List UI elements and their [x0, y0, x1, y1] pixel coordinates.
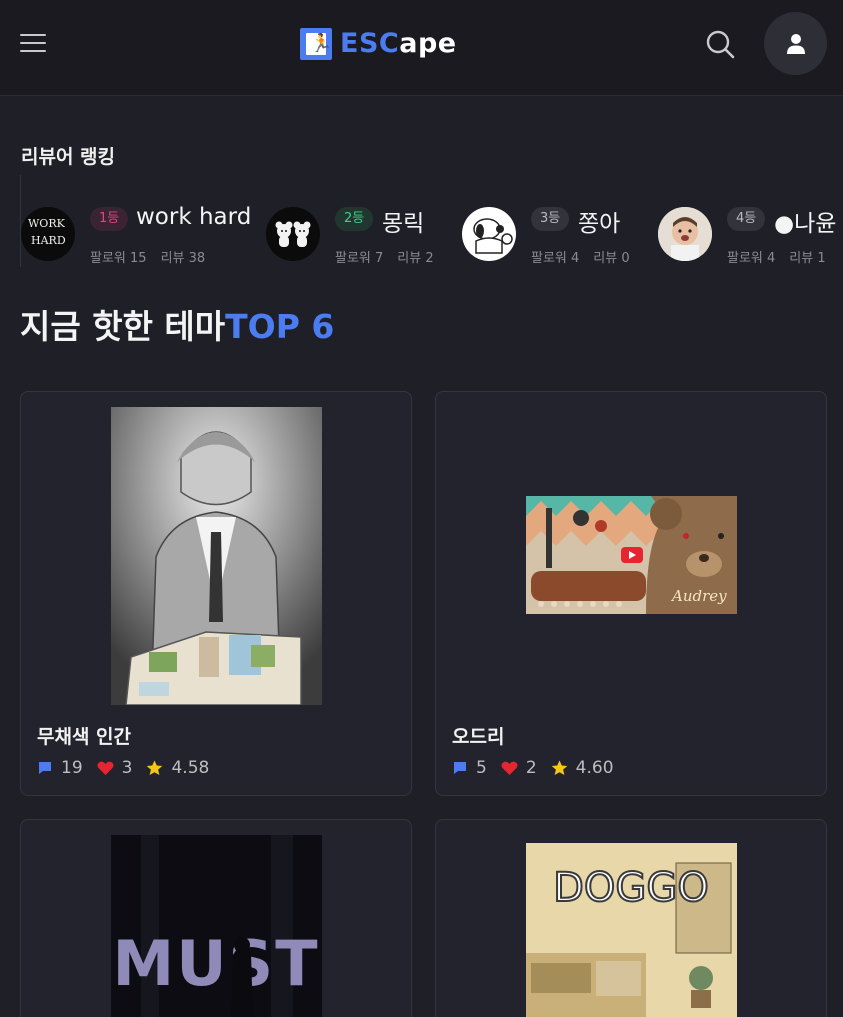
rating: 4.60 [551, 758, 614, 778]
app-header: 🏃 ESCape [0, 0, 843, 96]
reviewer-rank-item[interactable]: WORK HARD 1등 work hard 팔로워 15 리뷰 38 [21, 200, 251, 272]
avatar [658, 207, 712, 261]
rank-badge: 3등 [531, 207, 570, 231]
avatar: WORK HARD [21, 207, 75, 261]
hot-themes-title: 지금 핫한 테마TOP 6 [20, 307, 335, 346]
user-profile-button[interactable] [764, 12, 827, 75]
rank-badge: 2등 [335, 207, 374, 231]
rank-badge: 4등 [727, 207, 766, 231]
heart-icon [501, 761, 518, 775]
theme-title: 무채색 인간 [37, 726, 132, 748]
heart-icon [97, 761, 114, 775]
rank-badge: 1등 [90, 207, 129, 231]
reviewer-name: ●나윤 [774, 211, 837, 237]
theme-title: 오드리 [452, 726, 505, 748]
reviewer-stats: 팔로워 4 리뷰 0 [531, 251, 630, 266]
theme-poster [111, 407, 322, 705]
exit-door-icon: 🏃 [300, 27, 332, 60]
reviewer-rank-item[interactable]: 2등 몽릭 팔로워 7 리뷰 2 [266, 200, 451, 272]
theme-card[interactable]: Audrey 오드리 5 2 4.60 [435, 391, 827, 796]
theme-poster: MUST [111, 835, 322, 1017]
comment-count: 19 [37, 758, 83, 778]
app-logo[interactable]: 🏃 ESCape [300, 27, 457, 60]
theme-card[interactable]: 무채색 인간 19 3 4.58 [20, 391, 412, 796]
rating: 4.58 [146, 758, 209, 778]
reviewer-stats: 팔로워 15 리뷰 38 [90, 251, 206, 266]
reviewer-stats: 팔로워 7 리뷰 2 [335, 251, 434, 266]
like-count: 3 [97, 758, 132, 778]
reviewer-rank-item[interactable]: 4등 ●나윤 팔로워 4 리뷰 1 [658, 200, 843, 272]
reviewer-name: 몽릭 [382, 211, 425, 237]
avatar [266, 207, 320, 261]
theme-card[interactable]: MUST [20, 819, 412, 1017]
star-icon [147, 760, 163, 775]
reviewer-stats: 팔로워 4 리뷰 1 [727, 251, 826, 266]
comment-count: 5 [452, 758, 487, 778]
theme-card[interactable]: DOGGO [435, 819, 827, 1017]
theme-poster: DOGGO [526, 843, 737, 1017]
poster-title: DOGGO [553, 865, 709, 911]
poster-title: Audrey [670, 587, 727, 605]
like-count: 2 [501, 758, 537, 778]
avatar [462, 207, 516, 261]
star-icon [551, 760, 567, 775]
comment-icon [39, 762, 51, 774]
poster-title: MUST [113, 927, 320, 1000]
search-icon[interactable] [704, 28, 736, 60]
theme-poster: Audrey [526, 496, 737, 614]
reviewer-name: work hard [136, 204, 252, 230]
menu-icon[interactable] [20, 34, 46, 54]
theme-stats: 19 3 4.58 [37, 758, 223, 778]
reviewer-ranking-title: 리뷰어 랭킹 [21, 146, 116, 168]
reviewer-name: 쫑아 [578, 211, 621, 237]
play-icon[interactable] [621, 547, 643, 563]
comment-icon [454, 762, 466, 774]
user-icon [786, 33, 805, 54]
reviewer-rank-item[interactable]: 3등 쫑아 팔로워 4 리뷰 0 [462, 200, 647, 272]
theme-stats: 5 2 4.60 [452, 758, 628, 778]
logo-text: ESCape [340, 28, 457, 59]
